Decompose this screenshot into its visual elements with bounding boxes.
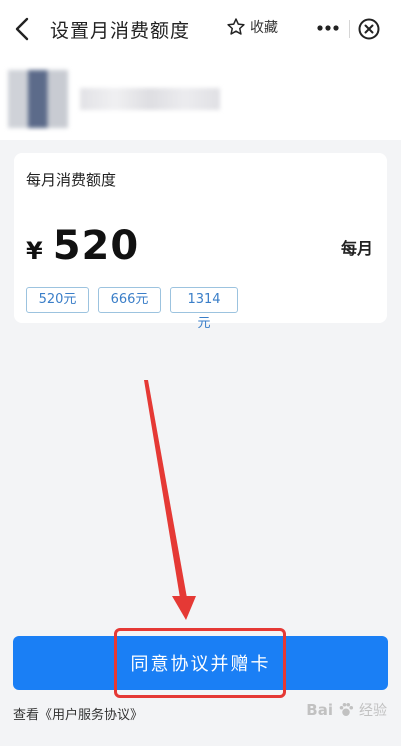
avatar xyxy=(8,70,68,128)
paw-logo-icon xyxy=(339,702,354,716)
top-navigation-bar: 设置月消费额度 收藏 xyxy=(0,0,401,58)
agree-and-gift-card-button[interactable]: 同意协议并赠卡 xyxy=(13,636,388,690)
amount-row: ¥ 520 xyxy=(26,223,139,269)
watermark: Bai 经验 xyxy=(306,700,387,720)
amount-options: 520元 666元 1314元 xyxy=(26,287,238,331)
watermark-suffix: 经验 xyxy=(359,703,387,719)
star-outline-icon xyxy=(227,18,245,35)
amount-option-chip[interactable]: 520元 xyxy=(26,287,89,313)
favorite-label: 收藏 xyxy=(250,20,278,36)
close-circle-icon xyxy=(358,18,380,40)
spending-limit-card: 每月消费额度 ¥ 520 每月 520元 666元 1314元 xyxy=(14,153,387,331)
currency-symbol: ¥ xyxy=(26,237,43,265)
user-info-strip xyxy=(0,58,401,140)
header-divider xyxy=(349,20,350,38)
watermark-brand: Bai xyxy=(306,701,333,719)
user-service-agreement-link[interactable]: 《用户服务协议》 xyxy=(39,708,143,723)
page-title: 设置月消费额度 xyxy=(50,20,191,42)
close-button[interactable] xyxy=(357,17,381,41)
user-name-blurred xyxy=(80,88,220,110)
back-button[interactable] xyxy=(8,14,38,44)
agreement-line: 查看《用户服务协议》 xyxy=(13,704,143,723)
amount-value[interactable]: 520 xyxy=(53,223,140,269)
amount-option-chip[interactable]: 666元 xyxy=(98,287,161,313)
period-label: 每月 xyxy=(340,239,373,258)
more-dots-icon xyxy=(317,25,339,31)
more-options-button[interactable] xyxy=(314,14,342,42)
agreement-prefix: 查看 xyxy=(13,708,40,723)
amount-option-chip[interactable]: 1314元 xyxy=(170,287,238,331)
favorite-button[interactable]: 收藏 xyxy=(226,17,278,37)
card-label: 每月消费额度 xyxy=(26,171,117,189)
chevron-left-icon xyxy=(15,17,29,41)
